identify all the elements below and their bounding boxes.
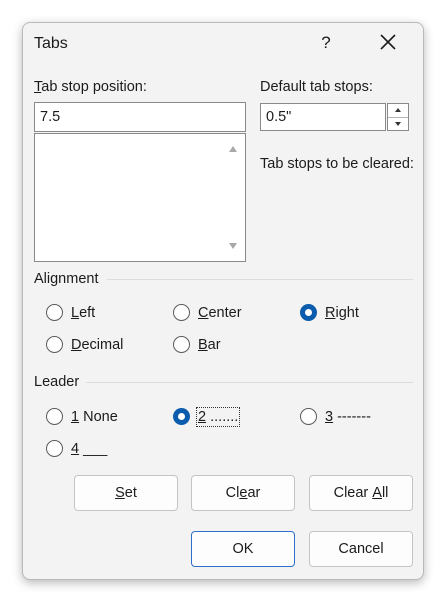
radio-unchecked-icon[interactable]	[300, 408, 317, 425]
radio-checked-icon[interactable]	[173, 408, 190, 425]
alignment-left-label: Left	[71, 304, 96, 321]
leader-dashes-label: 3 -------	[325, 408, 371, 425]
close-icon[interactable]	[379, 33, 397, 51]
spin-up-icon[interactable]	[388, 104, 408, 118]
dialog-title: Tabs	[34, 35, 68, 52]
tab-stop-list[interactable]	[34, 133, 246, 262]
clear-button[interactable]: Cl e ar	[191, 475, 295, 511]
tab-stops-to-be-cleared-label: Tab stops to be cleared:	[260, 156, 414, 172]
scroll-down-icon[interactable]	[229, 243, 237, 249]
default-tab-stops-value: 0.5"	[266, 109, 292, 125]
leader-dots-radio[interactable]: 2 .......	[173, 406, 241, 427]
alignment-bar-radio[interactable]: Bar	[173, 336, 221, 353]
leader-label: Leader	[34, 374, 80, 390]
tab-stop-position-value: 7.5	[40, 109, 61, 125]
alignment-separator	[107, 279, 413, 280]
radio-checked-icon[interactable]	[300, 304, 317, 321]
leader-underline-label: 4 ___	[71, 440, 108, 457]
scroll-up-icon[interactable]	[229, 146, 237, 152]
leader-dashes-radio[interactable]: 3 -------	[300, 408, 371, 425]
tab-stop-position-label: Tab stop position:	[34, 79, 147, 95]
alignment-center-radio[interactable]: Center	[173, 304, 242, 321]
tab-stop-position-input[interactable]: 7.5	[34, 102, 246, 132]
cancel-button[interactable]: Cancel	[309, 531, 413, 567]
set-button[interactable]: Set	[74, 475, 178, 511]
leader-none-label: 1 None	[71, 408, 118, 425]
alignment-label: Alignment	[34, 271, 99, 287]
tabs-dialog: Tabs ? Tab stop position: 7.5 Default ta…	[22, 22, 424, 580]
alignment-decimal-label: Decimal	[71, 336, 124, 353]
spin-down-icon[interactable]	[388, 118, 408, 131]
default-tab-stops-spinner[interactable]	[387, 103, 409, 131]
alignment-right-radio[interactable]: Right	[300, 304, 359, 321]
radio-unchecked-icon[interactable]	[173, 304, 190, 321]
help-button[interactable]: ?	[319, 33, 333, 53]
leader-dots-label: 2 .......	[195, 406, 241, 427]
leader-none-radio[interactable]: 1 None	[46, 408, 118, 425]
radio-unchecked-icon[interactable]	[173, 336, 190, 353]
alignment-right-label: Right	[325, 304, 359, 321]
clear-all-button[interactable]: Clear All	[309, 475, 413, 511]
default-tab-stops-label: Default tab stops:	[260, 79, 373, 95]
leader-separator	[86, 382, 413, 383]
radio-unchecked-icon[interactable]	[46, 440, 63, 457]
radio-unchecked-icon[interactable]	[46, 304, 63, 321]
ok-button[interactable]: OK	[191, 531, 295, 567]
radio-unchecked-icon[interactable]	[46, 336, 63, 353]
alignment-bar-label: Bar	[198, 336, 221, 353]
alignment-center-label: Center	[198, 304, 242, 321]
alignment-decimal-radio[interactable]: Decimal	[46, 336, 123, 353]
radio-unchecked-icon[interactable]	[46, 408, 63, 425]
leader-underline-radio[interactable]: 4 ___	[46, 440, 107, 457]
alignment-left-radio[interactable]: Left	[46, 304, 95, 321]
default-tab-stops-input[interactable]: 0.5"	[260, 103, 386, 131]
